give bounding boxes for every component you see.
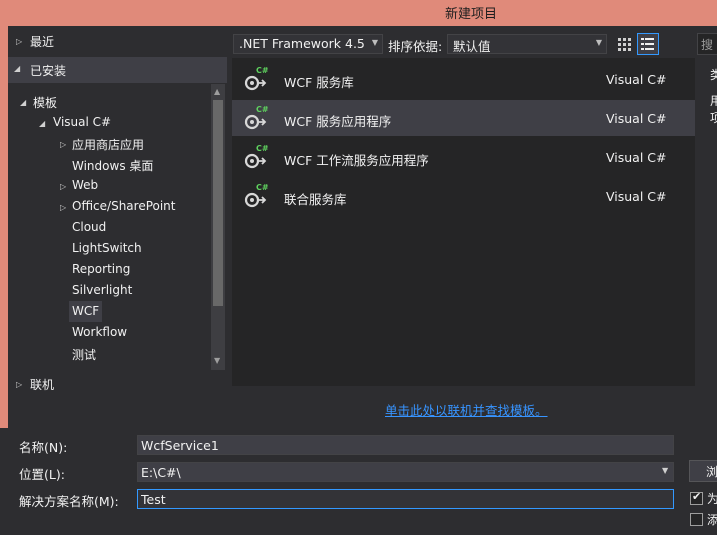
expand-web-icon[interactable]: ▷ [60,182,66,191]
collapse-installed-icon[interactable]: ◢ [14,64,20,73]
create-directory-label: 为 [707,492,717,506]
grid-view-button[interactable] [614,33,636,55]
template-row[interactable]: C# 联合服务库 Visual C# [232,178,695,214]
sort-label: 排序依据: [388,39,443,54]
tree-item-visual-csharp[interactable]: Visual C# [53,115,111,129]
svg-text:C#: C# [256,105,268,114]
browse-button[interactable]: 浏 [689,460,717,482]
tree-item-windows-desktop[interactable]: Windows 桌面 [72,157,153,174]
tree-item-workflow[interactable]: Workflow [72,325,127,339]
list-view-icon [641,38,654,50]
list-view-button[interactable] [637,33,659,55]
tree-item-cloud[interactable]: Cloud [72,220,106,234]
chevron-down-icon: ▼ [595,38,602,47]
create-directory-checkbox[interactable]: ✔ [690,490,703,505]
template-description-line1: 用 [710,94,717,108]
add-source-control-label: 添 [707,513,717,527]
wcf-service-icon: C# [244,183,268,208]
svg-text:C#: C# [256,183,268,192]
online-templates-link[interactable]: 单击此处以联机并查找模板。 [385,400,548,419]
location-label: 位置(L): [19,467,65,482]
template-name: 联合服务库 [284,192,347,207]
template-name: WCF 工作流服务应用程序 [284,153,429,168]
tree-item-wcf[interactable]: WCF [72,304,99,318]
chevron-down-icon: ▼ [371,38,378,47]
svg-text:C#: C# [256,144,268,153]
template-type-label: 类 [710,68,717,82]
template-language: Visual C# [606,111,667,126]
search-placeholder: 搜 [701,38,714,52]
nav-online[interactable]: 联机 [30,376,54,393]
tree-item-reporting[interactable]: Reporting [72,262,130,276]
nav-installed-label: 已安装 [30,64,67,78]
template-description-line2: 项 [710,111,717,125]
wcf-service-icon: C# [244,144,268,169]
wcf-service-icon: C# [244,105,268,130]
window-frame [0,26,8,428]
template-row[interactable]: C# WCF 工作流服务应用程序 Visual C# [232,139,695,175]
tree-item-lightswitch[interactable]: LightSwitch [72,241,142,255]
framework-select-value: .NET Framework 4.5 [239,36,365,51]
solution-name-field[interactable] [137,489,674,509]
collapse-templates-icon[interactable]: ◢ [20,98,26,107]
location-field[interactable] [137,462,674,482]
name-field[interactable] [137,435,674,455]
sort-select-value: 默认值 [453,39,491,54]
template-name: WCF 服务库 [284,75,354,90]
template-search-input[interactable]: 搜 [697,33,717,55]
checkmark-icon: ✔ [692,490,702,503]
expand-office-icon[interactable]: ▷ [60,203,66,212]
window-title: 新建项目 [445,7,498,22]
tree-item-store-apps[interactable]: 应用商店应用 [72,136,144,153]
tree-item-templates[interactable]: 模板 [33,94,57,111]
template-name: WCF 服务应用程序 [284,114,392,129]
svg-text:C#: C# [256,66,268,75]
framework-select[interactable]: .NET Framework 4.5 ▼ [233,34,383,54]
template-language: Visual C# [606,189,667,204]
tree-item-office-sharepoint[interactable]: Office/SharePoint [72,199,176,213]
browse-button-label: 浏 [706,465,717,479]
expand-store-apps-icon[interactable]: ▷ [60,140,66,149]
expand-online-icon[interactable]: ▷ [16,380,22,389]
nav-recent[interactable]: 最近 [30,33,54,50]
grid-view-icon [618,38,631,51]
wcf-service-icon: C# [244,66,268,91]
template-language: Visual C# [606,150,667,165]
template-row[interactable]: C# WCF 服务库 Visual C# [232,61,695,97]
tree-item-silverlight[interactable]: Silverlight [72,283,132,297]
solution-label: 解决方案名称(M): [19,494,119,509]
collapse-csharp-icon[interactable]: ◢ [39,119,45,128]
tree-item-web[interactable]: Web [72,178,98,192]
scroll-up-icon[interactable]: ▲ [214,87,220,96]
template-row-selected[interactable]: C# WCF 服务应用程序 Visual C# [232,100,695,136]
tree-scrollbar-thumb[interactable] [213,100,223,306]
title-bar [0,0,717,26]
sort-select[interactable]: 默认值 ▼ [447,34,607,54]
chevron-down-icon[interactable]: ▼ [662,466,668,475]
nav-installed[interactable]: ◢ 已安装 [8,57,227,83]
tree-item-test[interactable]: 测试 [72,346,96,363]
expand-recent-icon[interactable]: ▷ [16,37,22,46]
add-source-control-checkbox[interactable] [690,513,703,526]
name-label: 名称(N): [19,440,68,455]
template-language: Visual C# [606,72,667,87]
scroll-down-icon[interactable]: ▼ [214,356,220,365]
